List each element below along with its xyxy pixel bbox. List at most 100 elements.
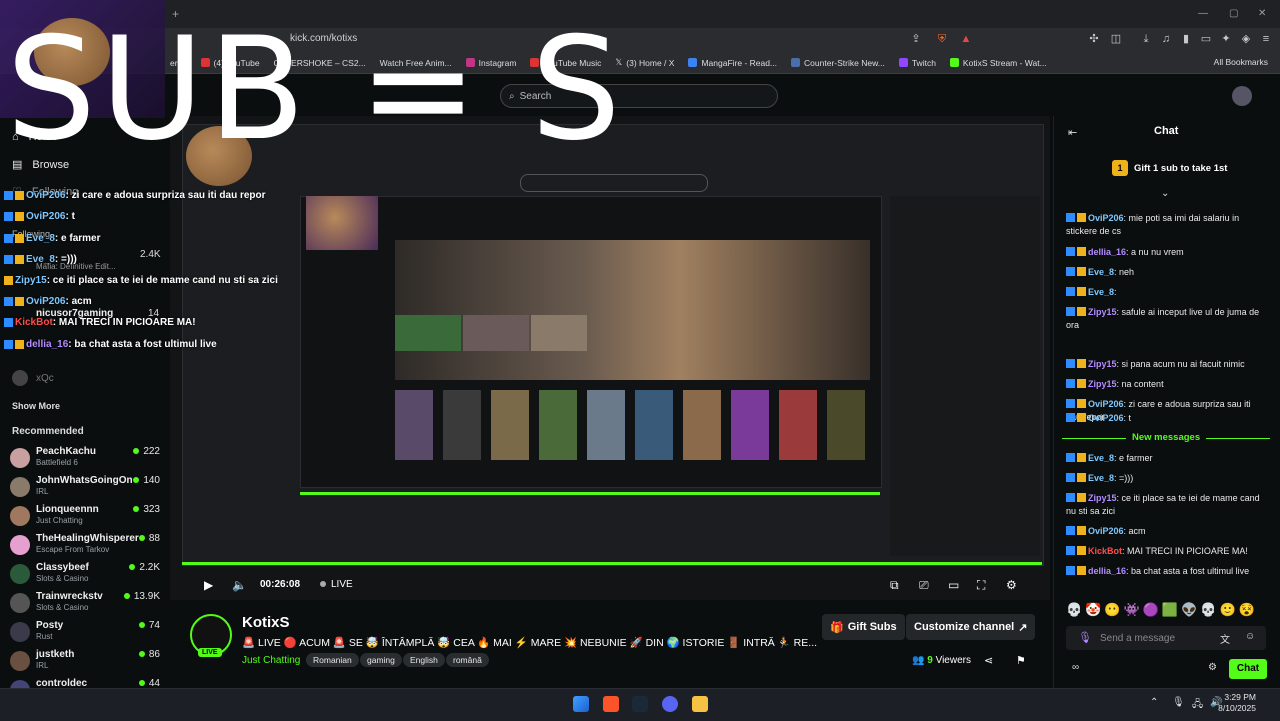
chat-username[interactable]: Zipy15 [1088,493,1117,503]
stream-category[interactable]: Just Chatting [242,655,300,666]
badge-icon [1066,399,1075,408]
leo-ai-icon[interactable]: ✦ [1220,33,1232,45]
chat-username[interactable]: Zipy15 [1088,359,1117,369]
emoji-icon[interactable]: ☺ [1245,631,1255,642]
chat-username[interactable]: Eve_8 [1088,453,1114,463]
user-avatar[interactable] [1232,86,1252,106]
theater-mode-icon[interactable]: ▭ [948,578,959,592]
chat-send-button[interactable]: Chat [1229,659,1267,679]
close-window-icon[interactable]: ✕ [1258,8,1266,19]
sidebar-toggle-icon[interactable]: ▮ [1180,33,1192,45]
system-clock[interactable]: 3:29 PM 8/10/2025 [1218,692,1256,714]
steam-icon[interactable] [632,696,648,712]
chat-username[interactable]: KickBot [1088,546,1122,556]
chat-username[interactable]: dellia_16 [1088,566,1126,576]
bookmark-item[interactable]: KotixS Stream - Wat... [949,58,1047,68]
chat-username[interactable]: Eve_8 [1088,267,1114,277]
tray-chevron-icon[interactable]: ⌃ [1150,697,1158,708]
follow-icon[interactable]: ⚑ [1016,654,1026,667]
microphone-icon[interactable]: 🎙 [1078,631,1092,644]
all-bookmarks-button[interactable]: All Bookmarks [1214,57,1268,67]
file-explorer-icon[interactable] [692,696,708,712]
screenshot-icon[interactable]: ◫ [1110,33,1122,45]
share-icon[interactable]: ⇪ [910,33,922,45]
sidebar-recommended-item[interactable]: PeachKachu Battlefield 6 222 [10,446,160,474]
counter-strike-icon [791,58,801,67]
brave-shield-icon[interactable]: ⛨ [936,33,948,45]
overlay-chat-message: KickBot: MAI TRECI IN PICIOARE MA! [4,317,196,328]
stream-tag[interactable]: Romanian [306,653,359,667]
overlay-chat-message: OviP206: t [4,211,75,222]
chat-username[interactable]: Zipy15 [1088,307,1117,317]
volume-icon[interactable]: 🔈 [232,578,247,592]
sidebar-recommended-item[interactable]: JohnWhatsGoingOn IRL 140 [10,475,160,503]
sidebar-recommended-item[interactable]: Lionqueennn Just Chatting 323 [10,504,160,532]
windows-start-icon[interactable] [573,696,589,712]
stream-tag[interactable]: English [403,653,445,667]
chat-username[interactable]: OviP206 [1088,526,1124,536]
chat-username[interactable]: OviP206 [1088,399,1124,409]
sidebar-recommended-item[interactable]: Trainwreckstv Slots & Casino 13.9K [10,591,160,619]
chat-username[interactable]: Zipy15 [1088,379,1117,389]
stream-tag[interactable]: română [446,653,489,667]
chevron-down-icon[interactable]: ⌄ [778,636,786,647]
gift-subs-button[interactable]: 🎁 Gift Subs [822,614,905,640]
sidebar-recommended-item[interactable]: Posty Rust 74 [10,620,160,648]
chat-input[interactable]: Send a message [1066,626,1266,650]
share-icon[interactable]: ⋖ [984,654,993,667]
chat-username[interactable]: OviP206 [1088,213,1124,223]
chat-username[interactable]: Eve_8 [1088,287,1114,297]
menu-icon[interactable]: ≡ [1260,33,1272,45]
play-icon[interactable]: ▶ [204,578,213,592]
maximize-icon[interactable]: ▢ [1229,8,1238,19]
chat-username[interactable]: Eve_8 [1088,473,1114,483]
show-more-button[interactable]: Show More [12,401,60,411]
chat-settings-icon[interactable]: ⚙ [1208,662,1217,673]
live-indicator: LIVE [320,579,353,590]
brave-rewards-icon[interactable]: ▲ [960,33,972,45]
sidebar-recommended-item[interactable]: controldec 44 [10,678,160,688]
users-icon: 👥 [912,655,925,666]
bookmark-item[interactable]: Counter-Strike New... [791,58,885,68]
chat-title: Chat [1154,125,1179,137]
bookmark-item[interactable]: MangaFire - Read... [688,58,777,68]
sidebar-recommended-item[interactable]: Classybeef Slots & Casino 2.2K [10,562,160,590]
stream-tag[interactable]: gaming [360,653,402,667]
translate-icon[interactable]: 文 [1220,631,1230,646]
customize-channel-button[interactable]: Customize channel ↗ [906,614,1036,640]
microphone-tray-icon[interactable]: 🎙 [1172,697,1185,708]
picture-in-picture-icon[interactable]: ⧉ [890,578,899,593]
streamer-name[interactable]: KotixS [242,614,290,631]
recommended-heading: Recommended [12,426,84,437]
settings-gear-icon[interactable]: ⚙ [1006,578,1017,592]
follow-name[interactable]: xQc [36,373,54,384]
pinned-expand-icon[interactable]: ⌄ [1161,188,1169,199]
thumbnail [531,315,587,351]
chat-text: e farmer [1119,453,1153,463]
fullscreen-icon[interactable]: ⛶ [977,578,985,593]
brave-browser-icon[interactable] [603,696,619,712]
category-tile [491,390,529,460]
kick-points-icon[interactable]: ∞ [1072,662,1079,673]
download-icon[interactable]: ⤓ [1140,33,1152,45]
new-messages-label: New messages [1126,432,1207,443]
discord-icon[interactable] [662,696,678,712]
extensions-icon[interactable]: ✣ [1088,33,1100,45]
sidebar-recommended-item[interactable]: TheHealingWhisperer Escape From Tarkov 88 [10,533,160,561]
clip-icon[interactable]: ⎚ [919,578,929,593]
chat-username[interactable]: OviP206 [1088,413,1124,423]
media-icon[interactable]: ♫ [1160,33,1172,45]
overlay-chat-message: OviP206: acm [4,296,92,307]
chat-username[interactable]: dellia_16 [1088,247,1126,257]
vpn-icon[interactable]: ◈ [1240,33,1252,45]
emote-bar[interactable]: 💀🤡😶👾🟣🟩👽💀🙂😵 [1066,602,1258,618]
sidebar-recommended-item[interactable]: justketh IRL 86 [10,649,160,677]
chat-message: KickBot: MAI TRECI IN PICIOARE MA! [1066,545,1266,558]
gift-pin-banner[interactable]: 1 Gift 1 sub to take 1st [1112,160,1227,176]
wallet-icon[interactable]: ▭ [1200,33,1212,45]
crown-badge-icon [1077,413,1086,422]
collapse-chat-icon[interactable]: ⇤ [1068,126,1077,139]
bookmark-item[interactable]: Twitch [898,58,936,68]
network-icon[interactable]: 🖧 [1192,697,1203,714]
minimize-icon[interactable]: — [1198,8,1208,19]
